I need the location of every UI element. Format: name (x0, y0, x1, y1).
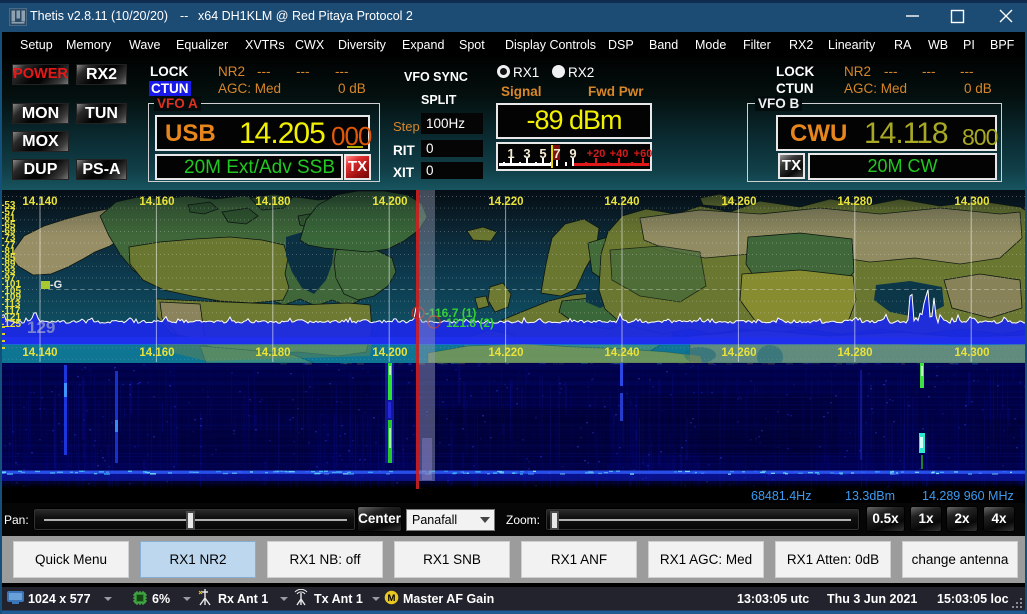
svg-text:M: M (388, 593, 396, 604)
